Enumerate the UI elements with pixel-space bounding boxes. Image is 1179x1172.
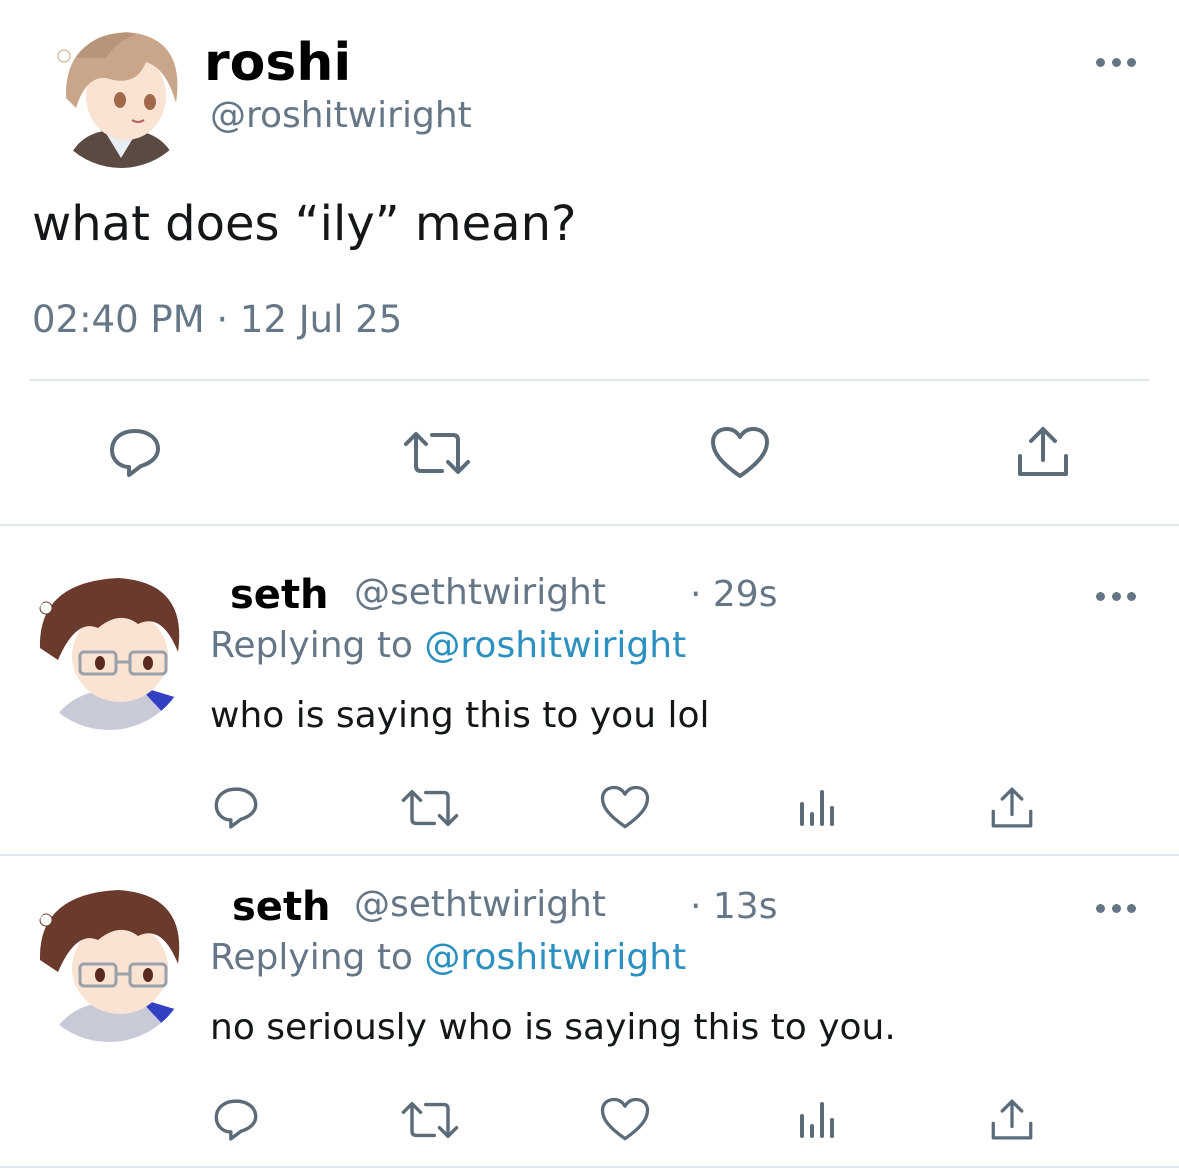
analytics-icon[interactable] — [798, 1098, 838, 1140]
retweet-icon[interactable] — [402, 430, 472, 476]
reply-handle[interactable]: @sethtwiright — [354, 568, 606, 618]
thread-divider-3 — [0, 1166, 1179, 1168]
replying-to-line: Replying to @roshitwiright — [210, 622, 686, 670]
reply-icon[interactable] — [212, 1096, 260, 1144]
like-icon[interactable] — [600, 1097, 650, 1142]
reply-avatar[interactable] — [28, 880, 190, 1042]
replying-to-label: Replying to — [210, 937, 413, 978]
main-display-name[interactable]: roshi — [204, 28, 351, 98]
share-icon[interactable] — [990, 785, 1034, 831]
reply-text: who is saying this to you lol — [210, 695, 710, 736]
retweet-icon[interactable] — [400, 788, 460, 828]
main-tweet-timestamp[interactable]: 02:40 PM · 12 Jul 25 — [32, 296, 402, 344]
main-tweet-text: what does “ily” mean? — [32, 196, 577, 252]
reply-timestamp[interactable]: · 13s — [690, 882, 777, 932]
reply-icon[interactable] — [107, 425, 163, 481]
share-icon[interactable] — [1016, 424, 1070, 480]
main-more-options-icon[interactable] — [1096, 56, 1136, 68]
reply-more-options-icon[interactable] — [1096, 902, 1136, 914]
reply-display-name[interactable]: seth — [232, 882, 331, 932]
replying-to-mention[interactable]: @roshitwiright — [424, 937, 686, 978]
thread-divider-2 — [0, 854, 1179, 856]
like-icon[interactable] — [710, 426, 770, 480]
share-icon[interactable] — [990, 1097, 1034, 1143]
reply-avatar[interactable] — [28, 568, 190, 730]
reply-handle[interactable]: @sethtwiright — [354, 880, 606, 930]
reply-text: no seriously who is saying this to you. — [210, 1007, 896, 1048]
main-divider — [30, 379, 1149, 381]
thread-divider-1 — [0, 524, 1179, 526]
reply-icon[interactable] — [212, 784, 260, 832]
replying-to-mention[interactable]: @roshitwiright — [424, 625, 686, 666]
analytics-icon[interactable] — [798, 786, 838, 828]
main-handle[interactable]: @roshitwiright — [210, 94, 472, 138]
reply-more-options-icon[interactable] — [1096, 590, 1136, 602]
reply-timestamp[interactable]: · 29s — [690, 570, 777, 620]
replying-to-line: Replying to @roshitwiright — [210, 934, 686, 982]
main-avatar[interactable] — [46, 18, 196, 168]
like-icon[interactable] — [600, 785, 650, 830]
replying-to-label: Replying to — [210, 625, 413, 666]
retweet-icon[interactable] — [400, 1100, 460, 1140]
reply-display-name[interactable]: seth — [230, 570, 329, 620]
